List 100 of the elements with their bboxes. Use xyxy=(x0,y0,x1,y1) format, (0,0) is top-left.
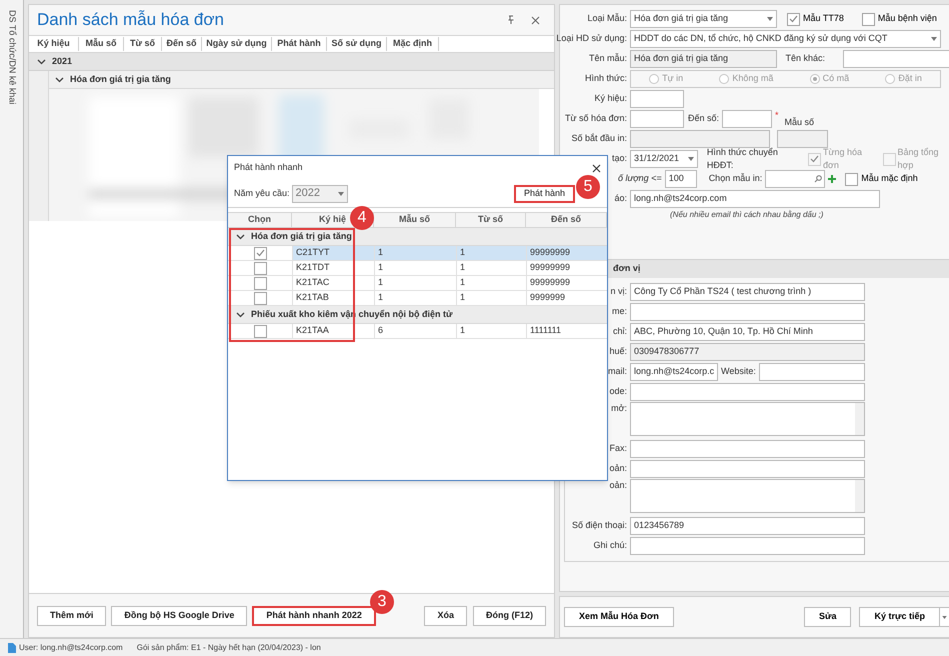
year-select[interactable]: 2022 xyxy=(292,184,348,202)
group-row[interactable]: 2021 xyxy=(29,53,554,71)
table-row[interactable]: K21TDT 1 1 99999999 xyxy=(228,261,607,276)
text-field[interactable] xyxy=(630,302,865,320)
side-tab[interactable]: DS Tổ chức/DN kê khai xyxy=(0,0,24,638)
table-cell: 1111111 xyxy=(526,324,607,338)
table-cell: 6 xyxy=(374,324,456,338)
website-field[interactable] xyxy=(758,362,865,380)
field-label: tạo: xyxy=(612,152,627,166)
group-row[interactable]: Hóa đơn giá trị gia tăng xyxy=(228,228,607,246)
dropdown-icon[interactable] xyxy=(931,37,937,41)
dropdown-icon[interactable] xyxy=(767,17,773,21)
action-button[interactable]: Sửa xyxy=(804,607,852,627)
template-name-field[interactable]: Hóa đơn giá trị gia tăng xyxy=(630,50,777,68)
scrollbar[interactable] xyxy=(855,480,864,512)
checkbox-label: Mẫu mặc định xyxy=(861,172,918,186)
dropdown-icon[interactable] xyxy=(338,192,344,196)
start-number-field[interactable] xyxy=(630,130,770,148)
action-button[interactable]: Xóa xyxy=(424,606,467,626)
table-row[interactable]: K21TAB 1 1 9999999 xyxy=(228,291,607,306)
print-template-field[interactable] xyxy=(765,170,826,188)
text-area[interactable] xyxy=(630,479,865,513)
table-cell: K21TAB xyxy=(292,291,374,305)
dropdown-icon[interactable] xyxy=(688,157,694,161)
text-field[interactable] xyxy=(630,440,865,458)
text-field[interactable] xyxy=(630,536,865,554)
text-area[interactable] xyxy=(630,402,865,436)
field-label: Từ số hóa đơn: xyxy=(565,112,627,126)
text-field[interactable] xyxy=(630,460,865,478)
column-header[interactable]: Mẫu số xyxy=(398,213,430,227)
action-button[interactable]: Xem Mẫu Hóa Đơn xyxy=(564,607,674,627)
checkbox[interactable] xyxy=(254,262,266,274)
symbol-field[interactable] xyxy=(630,90,684,108)
checkbox[interactable] xyxy=(845,172,858,186)
template-type-select[interactable]: Hóa đơn giá trị gia tăng xyxy=(630,10,777,28)
chevron-icon[interactable] xyxy=(236,234,245,240)
panel-title: Danh sách mẫu hóa đơn xyxy=(37,9,224,32)
pin-icon[interactable] xyxy=(507,15,515,25)
field-label: Đến số: xyxy=(688,112,719,126)
email-field[interactable]: long.nh@ts24corp.c xyxy=(630,362,718,380)
text-field[interactable]: Công Ty Cổ Phần TS24 ( test chương trình ) xyxy=(630,282,865,300)
close-icon[interactable] xyxy=(592,164,601,172)
column-header[interactable]: Mẫu số xyxy=(79,37,124,51)
group-row[interactable]: Hóa đơn giá trị gia tăng xyxy=(49,71,554,89)
column-header[interactable]: Từ số xyxy=(124,37,162,51)
checkbox[interactable] xyxy=(882,152,896,166)
text-field[interactable] xyxy=(630,382,865,400)
field-label: Loại HD sử dụng: xyxy=(556,32,627,46)
table-row[interactable]: C21TYT 1 1 99999999 xyxy=(228,246,607,261)
from-number-field[interactable] xyxy=(630,110,684,128)
field-label: mở: xyxy=(611,402,627,415)
search-icon[interactable] xyxy=(814,175,822,183)
column-header[interactable]: Phát hành xyxy=(272,37,327,51)
checkbox[interactable] xyxy=(254,292,266,304)
checkbox[interactable] xyxy=(254,246,266,260)
table-row[interactable]: K21TAC 1 1 99999999 xyxy=(228,276,607,291)
checkbox[interactable] xyxy=(862,12,875,26)
column-header[interactable]: Số sử dụng xyxy=(327,37,387,51)
table-row[interactable]: K21TAA 6 1 1111111 xyxy=(228,324,607,339)
field-label: Hình thức: xyxy=(584,72,627,86)
column-header[interactable]: Từ số xyxy=(478,213,504,227)
action-button[interactable]: Phát hành nhanh 2022 xyxy=(252,606,376,626)
text-field[interactable]: ABC, Phường 10, Quận 10, Tp. Hồ Chí Minh xyxy=(630,322,865,340)
action-button[interactable]: Ký trực tiếp xyxy=(859,607,940,627)
plus-icon[interactable] xyxy=(828,175,836,183)
scrollbar[interactable] xyxy=(855,403,864,435)
date-field[interactable]: 31/12/2021 xyxy=(630,150,698,168)
column-header[interactable]: Ký hiệu xyxy=(29,37,79,51)
column-header[interactable]: Mặc định xyxy=(387,37,439,51)
checkbox[interactable] xyxy=(787,12,800,26)
form-number-field[interactable] xyxy=(777,130,828,148)
issue-button[interactable]: Phát hành xyxy=(514,184,575,202)
table-cell: K21TDT xyxy=(292,261,374,275)
text-field[interactable]: 0309478306777 xyxy=(630,342,865,360)
action-button[interactable]: Thêm mới xyxy=(37,606,106,626)
other-name-field[interactable] xyxy=(843,50,949,68)
action-button[interactable]: Đồng bộ HS Google Drive xyxy=(111,606,248,626)
dropdown-button[interactable] xyxy=(940,607,949,627)
to-number-field[interactable] xyxy=(722,110,772,128)
column-header[interactable]: Ngày sử dụng xyxy=(202,37,272,51)
action-button[interactable]: Đóng (F12) xyxy=(473,606,546,626)
text-field[interactable]: 0123456789 xyxy=(630,516,865,534)
chevron-icon[interactable] xyxy=(55,76,64,82)
checkbox[interactable] xyxy=(808,152,821,166)
chevron-icon[interactable] xyxy=(37,58,46,64)
column-header[interactable]: Đến số xyxy=(162,37,202,51)
column-header[interactable]: Đến số xyxy=(550,213,581,227)
checkbox[interactable] xyxy=(254,276,266,290)
column-header[interactable]: Ký hiệ xyxy=(318,213,346,227)
field-label: huế: xyxy=(609,344,627,358)
usage-type-select[interactable]: HDDT do các DN, tổ chức, hộ CNKD đăng ký sử dụng với CQT xyxy=(630,30,941,48)
close-icon[interactable] xyxy=(531,16,540,24)
table-cell: 9999999 xyxy=(526,291,607,305)
chevron-icon[interactable] xyxy=(236,312,245,318)
checkbox[interactable] xyxy=(254,324,266,338)
field-label: Tên mẫu: xyxy=(588,52,627,66)
email-field[interactable]: long.nh@ts24corp.com xyxy=(630,190,880,208)
column-header[interactable]: Chọn xyxy=(248,213,271,227)
field-label: oản: xyxy=(609,462,627,475)
quantity-field[interactable]: 100 xyxy=(664,170,697,188)
